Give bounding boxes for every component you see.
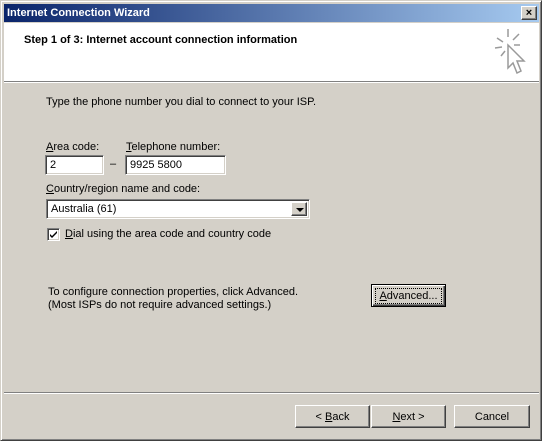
advanced-note-line1: To configure connection properties, clic… (48, 286, 299, 298)
area-code-dash: – (110, 158, 117, 170)
wizard-header: Step 1 of 3: Internet account connection… (4, 23, 539, 81)
advanced-button[interactable]: Advanced... (371, 284, 446, 307)
dial-area-code-checkbox[interactable] (47, 228, 60, 241)
advanced-note-line2: (Most ISPs do not require advanced setti… (48, 299, 272, 311)
cancel-button[interactable]: Cancel (454, 405, 530, 428)
next-button[interactable]: Next > (371, 405, 446, 428)
phone-input[interactable]: 9925 5800 (125, 155, 226, 175)
phone-label: Telephone number: (126, 141, 221, 153)
page-title: Step 1 of 3: Internet account connection… (24, 34, 298, 46)
area-code-input[interactable]: 2 (45, 155, 104, 175)
chevron-down-icon[interactable] (291, 202, 307, 216)
country-select-value: Australia (61) (51, 203, 117, 215)
header-divider (4, 81, 539, 83)
wizard-cursor-icon (494, 29, 526, 75)
area-code-label: Area code: (46, 141, 100, 153)
window-title: Internet Connection Wizard (7, 7, 150, 19)
footer-divider (4, 392, 539, 394)
wizard-window: Internet Connection Wizard × Step 1 of 3… (0, 0, 542, 441)
checkmark-icon (50, 231, 57, 238)
back-button[interactable]: < Back (295, 405, 370, 428)
country-label: Country/region name and code: (46, 183, 201, 195)
intro-text: Type the phone number you dial to connec… (46, 96, 317, 108)
country-select[interactable]: Australia (61) (46, 199, 310, 219)
dial-area-code-label[interactable]: Dial using the area code and country cod… (65, 228, 271, 240)
close-icon[interactable]: × (521, 6, 537, 20)
title-bar[interactable]: Internet Connection Wizard × (4, 4, 539, 22)
